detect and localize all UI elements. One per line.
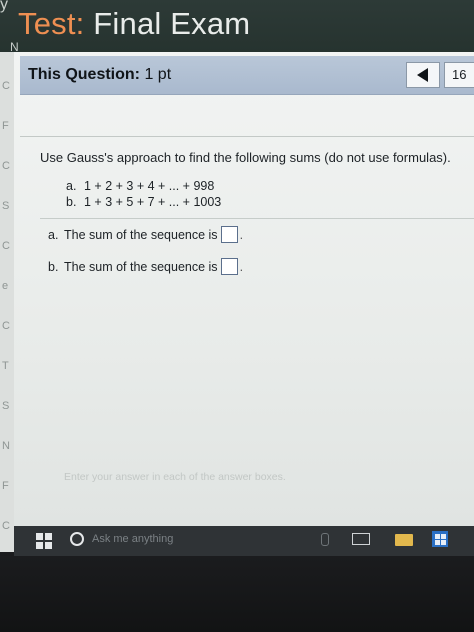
- background-letter: S: [2, 200, 10, 212]
- question-number: 16: [452, 67, 467, 82]
- background-letter: S: [2, 400, 10, 412]
- answer-prompt: The sum of the sequence is: [64, 227, 218, 242]
- background-letter: F: [2, 120, 9, 132]
- background-letter: e: [2, 280, 9, 292]
- question-number-button[interactable]: 16: [444, 62, 474, 88]
- background-page-strip: C F C S Ce C T S N F C: [0, 52, 14, 552]
- item-text: 1 + 2 + 3 + 4 + ... + 998: [84, 179, 215, 193]
- answer-input-b[interactable]: [220, 258, 238, 275]
- background-letter: C: [2, 80, 10, 92]
- file-explorer-icon[interactable]: [395, 534, 413, 546]
- monitor-bezel: [0, 556, 474, 632]
- app-header: Test: Final Exam: [0, 0, 474, 52]
- problem-item-a: a. 1 + 2 + 3 + 4 + ... + 998: [66, 179, 214, 193]
- task-view-icon[interactable]: [352, 533, 370, 545]
- divider: [20, 136, 474, 137]
- windows-start-icon[interactable]: [36, 533, 52, 549]
- answer-row-a: a. The sum of the sequence is .: [48, 226, 243, 243]
- answer-tag: a.: [48, 227, 59, 242]
- answer-tag: b.: [48, 259, 59, 274]
- left-arrow-icon: [417, 68, 428, 82]
- previous-question-button[interactable]: [406, 62, 440, 88]
- background-letter: N: [2, 440, 10, 452]
- taskbar-search-input[interactable]: Ask me anything: [92, 533, 173, 545]
- problem-item-b: b. 1 + 3 + 5 + 7 + ... + 1003: [66, 195, 221, 209]
- answer-period: .: [239, 259, 244, 274]
- answer-prompt: The sum of the sequence is: [64, 259, 218, 274]
- edge-glyph-top: y: [0, 0, 8, 13]
- answer-row-b: b. The sum of the sequence is .: [48, 258, 243, 275]
- title-rest: Final Exam: [84, 6, 251, 41]
- background-letter: C: [2, 240, 10, 252]
- background-letter: F: [2, 480, 9, 492]
- background-letter: C: [2, 320, 10, 332]
- title-prefix: Test:: [18, 6, 85, 41]
- background-letter: T: [2, 360, 9, 372]
- points-value: 1 pt: [140, 66, 172, 83]
- item-tag: a.: [66, 179, 77, 193]
- answer-hint: Enter your answer in each of the answer …: [64, 471, 286, 483]
- background-letter: C: [2, 160, 10, 172]
- answer-input-a[interactable]: [220, 226, 238, 243]
- question-points-label: This Question: 1 pt: [28, 66, 171, 84]
- answer-period: .: [239, 227, 244, 242]
- item-text: 1 + 3 + 5 + 7 + ... + 1003: [84, 195, 222, 209]
- page-title: Test: Final Exam: [18, 6, 250, 42]
- divider: [40, 218, 474, 219]
- item-tag: b.: [66, 195, 77, 209]
- background-letter: C: [2, 520, 10, 532]
- this-question-label: This Question:: [28, 66, 140, 83]
- store-icon[interactable]: [432, 531, 448, 547]
- question-instructions: Use Gauss's approach to find the followi…: [40, 150, 451, 165]
- microphone-icon[interactable]: [321, 533, 329, 546]
- cortana-search-icon[interactable]: [70, 532, 84, 546]
